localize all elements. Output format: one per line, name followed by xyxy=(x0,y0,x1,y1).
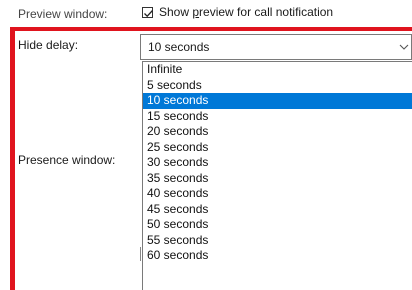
dropdown-option[interactable]: 45 seconds xyxy=(143,202,412,218)
preview-row: Preview window: Show preview for call no… xyxy=(0,0,412,26)
hidden-control-edge xyxy=(140,247,144,261)
show-preview-label: Show preview for call notification xyxy=(159,5,334,19)
dropdown-option[interactable]: 10 seconds xyxy=(143,93,412,109)
hide-delay-combobox[interactable]: 10 seconds xyxy=(140,34,412,60)
dropdown-option[interactable]: Infinite xyxy=(143,62,412,78)
dropdown-option[interactable]: 5 seconds xyxy=(143,78,412,94)
dropdown-option[interactable]: 30 seconds xyxy=(143,155,412,171)
dropdown-option[interactable]: 50 seconds xyxy=(143,217,412,233)
dropdown-option[interactable]: 40 seconds xyxy=(143,186,412,202)
chevron-down-icon[interactable] xyxy=(399,41,409,55)
hide-delay-dropdown-list[interactable]: Infinite 5 seconds 10 seconds 15 seconds 20 … xyxy=(142,61,412,290)
dropdown-option[interactable]: 20 seconds xyxy=(143,124,412,140)
presence-window-label: Presence window: xyxy=(18,153,116,167)
preview-window-label: Preview window: xyxy=(18,7,108,21)
hide-delay-label: Hide delay: xyxy=(18,38,79,52)
dropdown-option[interactable]: 35 seconds xyxy=(143,171,412,187)
dropdown-option[interactable]: 55 seconds xyxy=(143,233,412,249)
dropdown-option[interactable]: 25 seconds xyxy=(143,140,412,156)
hide-delay-value: 10 seconds xyxy=(148,40,210,54)
dropdown-option[interactable]: 15 seconds xyxy=(143,109,412,125)
dropdown-option[interactable]: 60 seconds xyxy=(143,248,412,264)
show-preview-checkbox[interactable]: Show preview for call notification xyxy=(142,5,333,19)
checkbox-checked-icon[interactable] xyxy=(142,6,153,18)
